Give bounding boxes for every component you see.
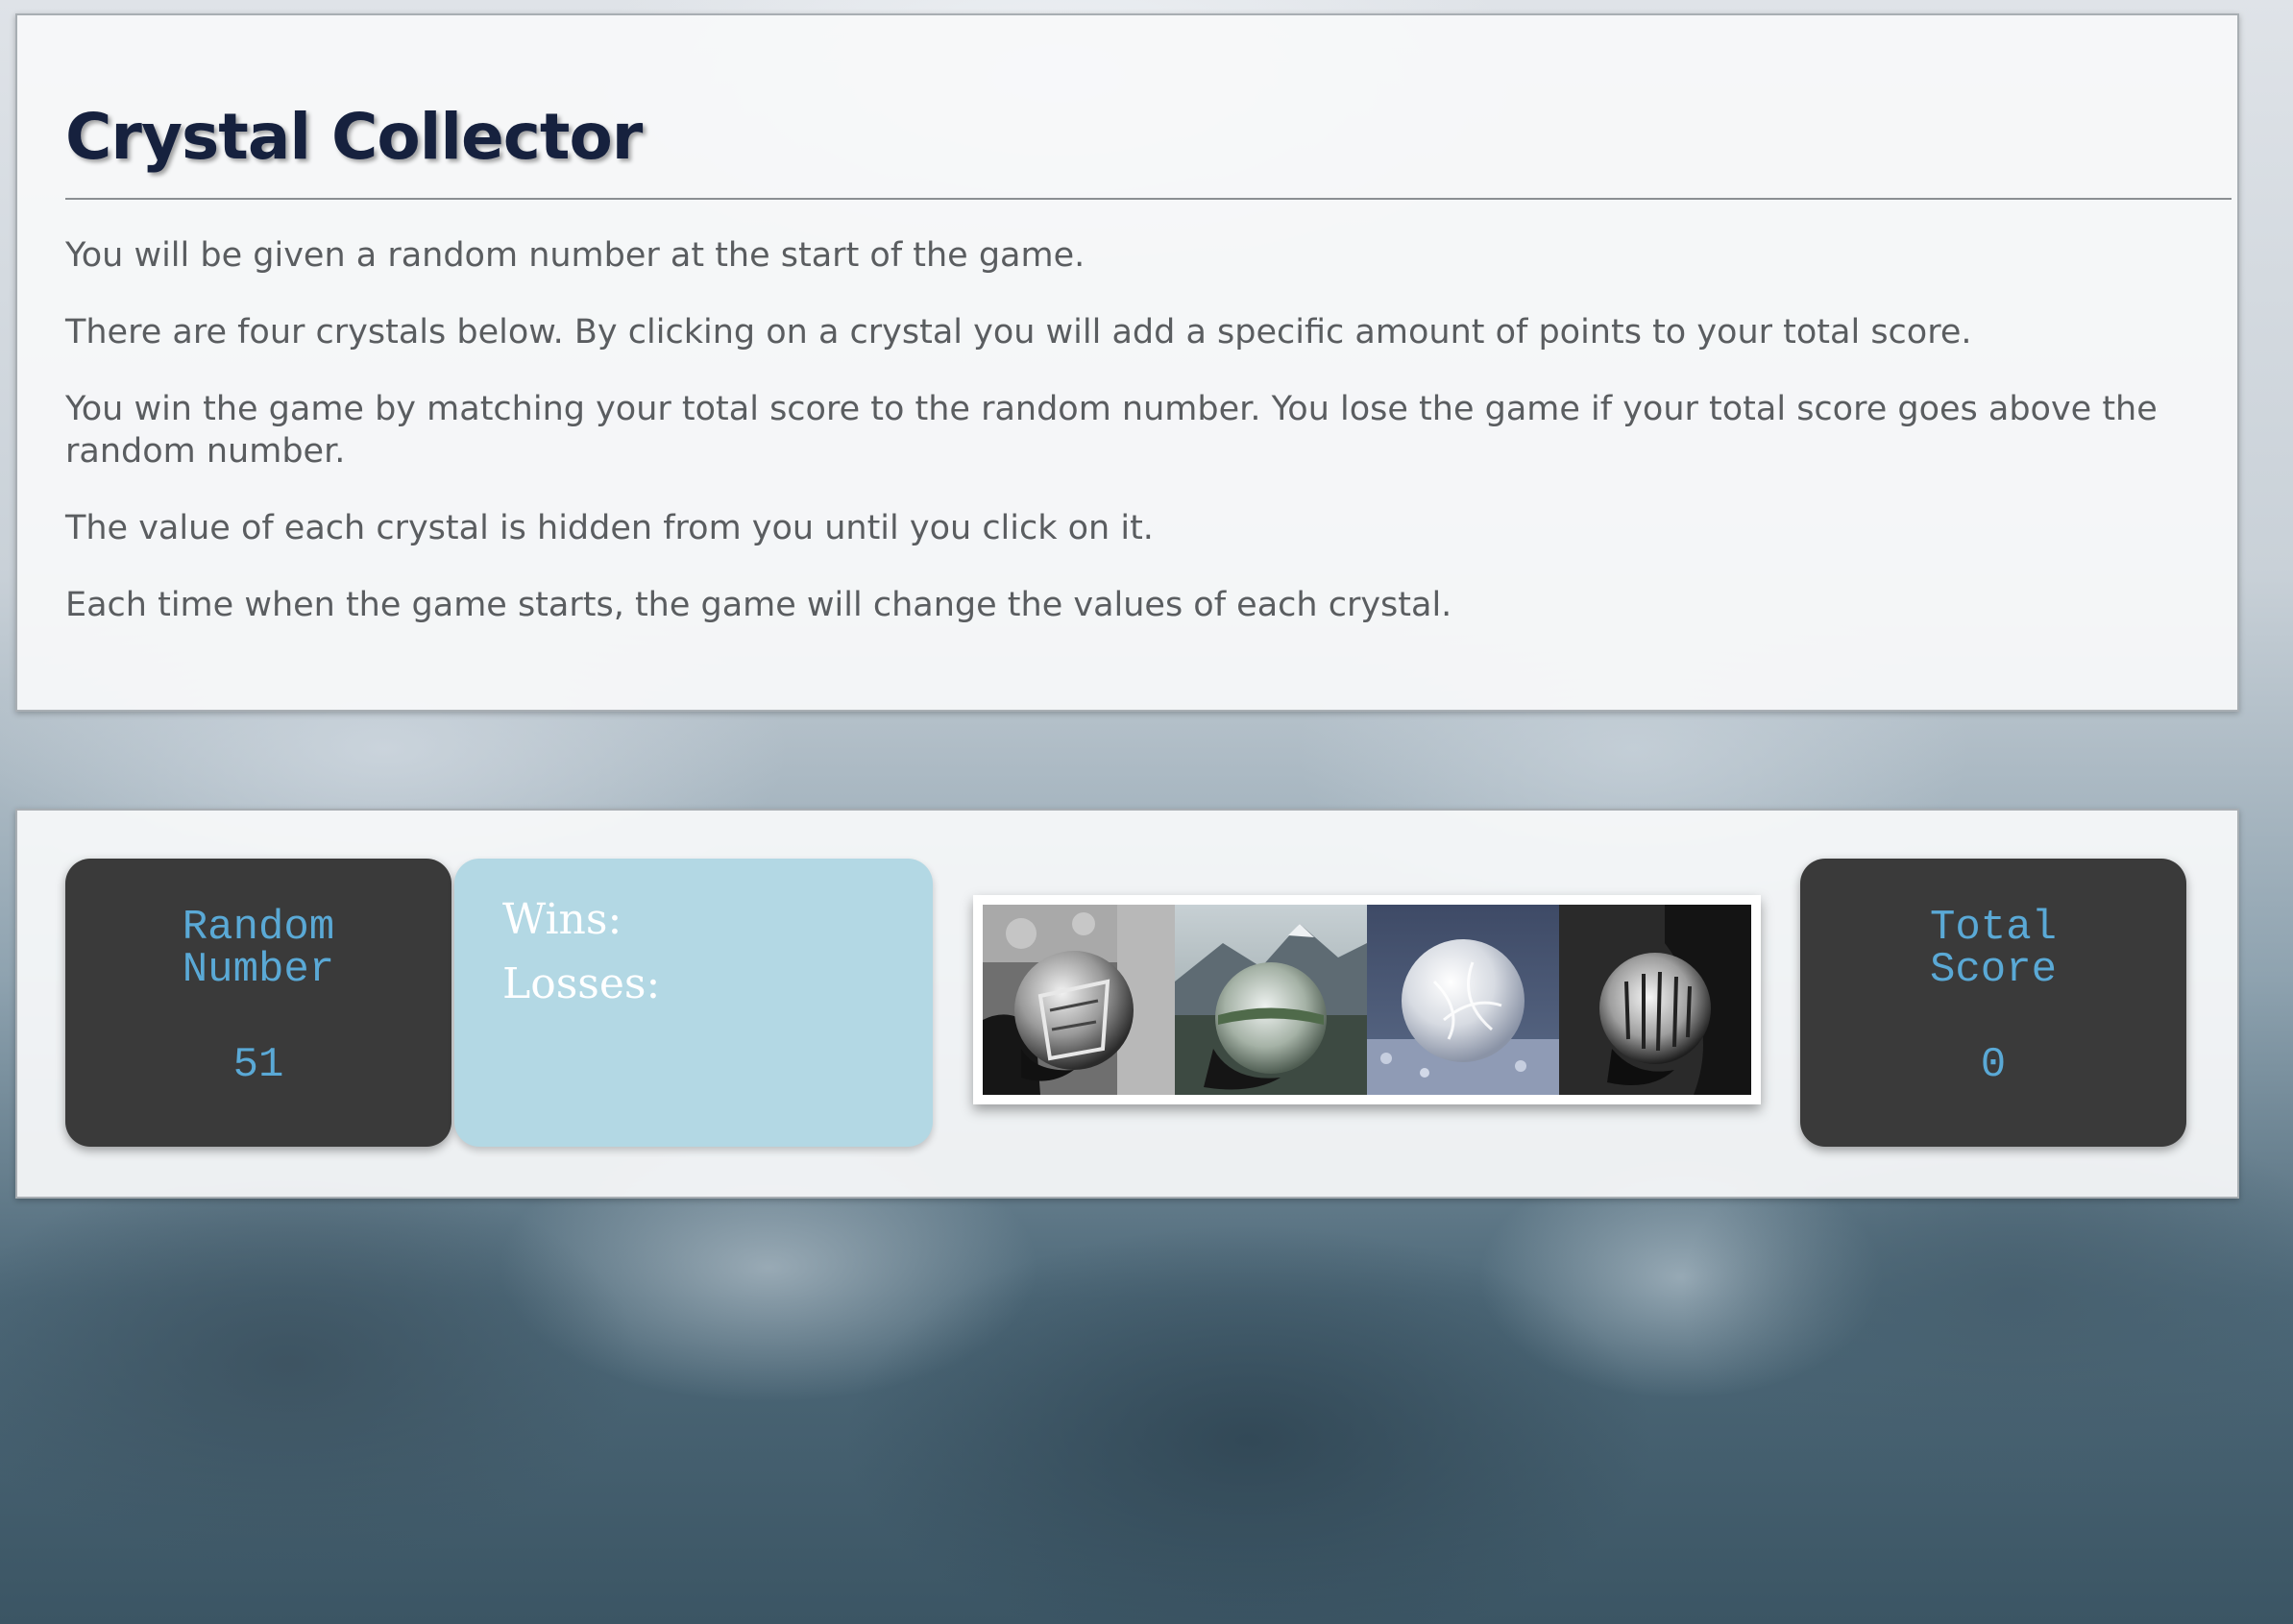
crystal-ball-icon xyxy=(1175,905,1367,1095)
instruction-paragraph: Each time when the game starts, the game… xyxy=(65,586,1452,624)
crystal-ball-frost[interactable] xyxy=(1367,905,1559,1095)
instruction-paragraph: There are four crystals below. By clicki… xyxy=(65,313,1972,351)
total-score-value: 0 xyxy=(1980,1041,2007,1089)
instruction-paragraph: You will be given a random number at the… xyxy=(65,236,1086,275)
instruction-paragraph: You win the game by matching your total … xyxy=(65,390,2158,471)
total-score-label: Total Score xyxy=(1929,904,2058,994)
game-panel: Random Number 51 Wins: Losses: Total Sco… xyxy=(15,809,2239,1199)
crystal-ball-icon xyxy=(983,905,1175,1095)
intro-panel: Crystal Collector You will be given a ra… xyxy=(15,13,2239,712)
random-number-label: Random Number xyxy=(182,904,335,994)
wins-label: Wins: xyxy=(502,895,622,944)
crystal-ball-forest[interactable] xyxy=(1559,905,1751,1095)
crystal-ball-icon xyxy=(1367,905,1559,1095)
crystal-strip xyxy=(973,895,1761,1104)
title-divider xyxy=(65,198,2232,200)
page-title: Crystal Collector xyxy=(65,100,643,174)
losses-label: Losses: xyxy=(502,959,661,1008)
instruction-paragraph: The value of each crystal is hidden from… xyxy=(65,509,1154,547)
crystal-ball-icon xyxy=(1559,905,1751,1095)
random-number-value: 51 xyxy=(232,1041,284,1089)
crystal-ball-building[interactable] xyxy=(983,905,1175,1095)
total-score-box: Total Score 0 xyxy=(1800,859,2186,1147)
random-number-box: Random Number 51 xyxy=(65,859,451,1147)
instructions: You will be given a random number at the… xyxy=(65,234,2227,661)
scoreboard: Wins: Losses: xyxy=(454,859,933,1147)
crystal-ball-mountain[interactable] xyxy=(1175,905,1367,1095)
